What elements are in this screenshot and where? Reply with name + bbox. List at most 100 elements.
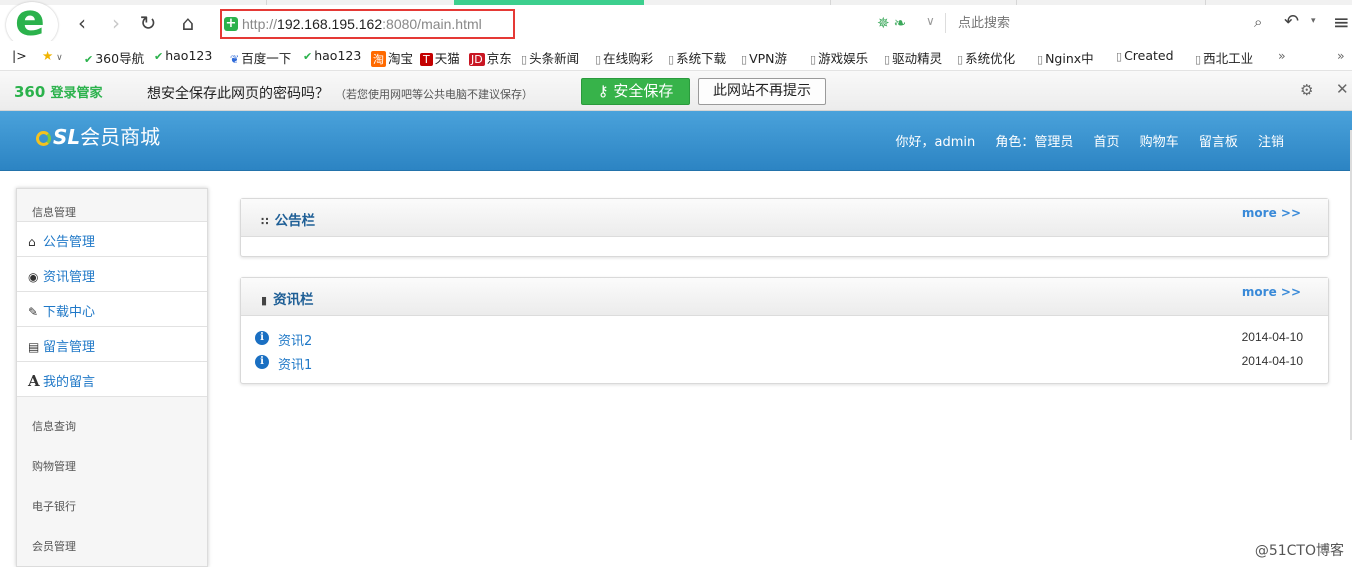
sidebar-item-notice-management[interactable]: ⌂ 公告管理: [17, 222, 207, 257]
address-extension-icons: ✵ ❧: [877, 14, 910, 32]
hao-icon: ✔: [154, 50, 164, 63]
sidebar-item-my-messages[interactable]: A 我的留言: [17, 362, 207, 397]
site-nav: 你好，admin 角色：管理员 首页 购物车 留言板 注销: [879, 131, 1284, 150]
menu-group-e-bank[interactable]: 电子银行: [17, 477, 207, 517]
news-item-date: 2014-04-10: [1241, 354, 1303, 368]
pwbar-brand-number: 360: [14, 83, 46, 101]
sidebar-item-news-management[interactable]: ◉ 资讯管理: [17, 257, 207, 292]
bookmark-item[interactable]: T 天猫: [420, 48, 460, 67]
bookmark-item[interactable]: ▯ 系统下载: [668, 48, 726, 67]
news-item-link[interactable]: 资讯2: [278, 330, 312, 349]
news-item-link[interactable]: 资讯1: [278, 354, 312, 373]
bookmark-item[interactable]: ✔ 360导航: [84, 48, 144, 67]
bookmark-label: 360导航: [95, 51, 145, 66]
paw-icon: ❦: [230, 53, 240, 66]
undo-icon[interactable]: ↶: [1284, 11, 1299, 32]
jd-icon: JD: [469, 53, 485, 66]
bookmarks-more-icon[interactable]: »: [1337, 48, 1345, 63]
news-list: i 资讯2 2014-04-10 i 资讯1 2014-04-10: [241, 316, 1328, 376]
back-button[interactable]: ‹: [70, 12, 94, 36]
bookmark-item[interactable]: ▯ VPN游: [741, 48, 787, 67]
search-engine-dropdown-icon[interactable]: ∨: [926, 14, 935, 28]
sidebar-item-message-management[interactable]: ▤ 留言管理: [17, 327, 207, 362]
bookmark-item[interactable]: ✔ hao123: [303, 48, 361, 63]
edit-icon: ✎: [28, 305, 39, 319]
list-item: i 资讯1 2014-04-10: [255, 352, 1328, 376]
user-role: 角色：管理员: [995, 135, 1074, 150]
notice-panel-header: ∷ 公告栏 more >>: [241, 199, 1328, 237]
bookmark-item[interactable]: ✔ hao123: [154, 48, 212, 63]
logo-mark: SL: [53, 125, 81, 149]
close-icon[interactable]: ✕: [1336, 80, 1349, 98]
hao-icon: ✔: [84, 53, 94, 66]
info-icon: i: [255, 355, 269, 369]
bookmark-item[interactable]: ❦ 百度一下: [230, 48, 291, 67]
news-title-text: 资讯栏: [273, 292, 314, 308]
page-icon: ▯: [595, 53, 602, 66]
bookmarks-overflow-icon[interactable]: »: [1278, 48, 1286, 63]
gear-icon[interactable]: ⚙: [1300, 81, 1313, 99]
bookmark-label: 在线购彩: [603, 51, 654, 66]
user-greeting: 你好，admin: [895, 135, 976, 150]
bookmark-item[interactable]: 淘淘宝: [371, 48, 413, 67]
site-header: SL会员商城 你好，admin 角色：管理员 首页 购物车 留言板 注销: [0, 111, 1352, 171]
nav-logout-link[interactable]: 注销: [1258, 135, 1284, 150]
nav-home-link[interactable]: 首页: [1094, 135, 1120, 150]
menu-icon[interactable]: ≡: [1333, 10, 1350, 34]
sidebar-item-label: 我的留言: [43, 375, 96, 390]
bookmarks-bar: |> ★ ∨ ✔ 360导航 ✔ hao123 ❦ 百度一下 ✔ hao123 淘淘宝 …: [0, 41, 1352, 71]
address-bar[interactable]: + http://192.168.195.162:8080/main.html: [220, 9, 515, 39]
sidebar-item-download-center[interactable]: ✎ 下载中心: [17, 292, 207, 327]
browser-logo-letter: e: [15, 0, 45, 46]
bookmark-label: hao123: [165, 48, 213, 63]
notice-more-link[interactable]: more >>: [1242, 206, 1301, 220]
bookmark-label: 驱动精灵: [892, 51, 943, 66]
bookmark-item[interactable]: ▯ 在线购彩: [595, 48, 653, 67]
nav-messages-link[interactable]: 留言板: [1199, 135, 1238, 150]
page-icon: ▯: [810, 53, 817, 66]
bookmark-item[interactable]: ▯ Nginx中: [1037, 48, 1094, 67]
bookmark-item[interactable]: ▯ 西北工业: [1195, 48, 1253, 67]
chevron-left-icon: ‹: [78, 11, 86, 35]
menu-group-shopping[interactable]: 购物管理: [17, 437, 207, 477]
site-logo[interactable]: SL会员商城: [36, 121, 160, 150]
leaf-icon[interactable]: ❧: [894, 14, 907, 32]
bookmark-item[interactable]: ▯ 游戏娱乐: [810, 48, 868, 67]
menu-group-info-management[interactable]: 信息管理: [17, 189, 207, 222]
hao-icon: ✔: [303, 50, 313, 63]
bookmark-label: 系统优化: [965, 51, 1016, 66]
sidebar-toggle-icon[interactable]: |>: [12, 48, 27, 63]
safe-save-label: 安全保存: [613, 82, 674, 100]
bookmark-item[interactable]: ▯ Created: [1116, 48, 1174, 63]
bookmark-label: 头条新闻: [529, 51, 580, 66]
bookmark-item[interactable]: ▯ 驱动精灵: [884, 48, 942, 67]
home-button[interactable]: ⌂: [176, 12, 200, 36]
pwbar-hint: （若您使用网吧等公共电脑不建议保存）: [335, 88, 533, 101]
address-url[interactable]: http://192.168.195.162:8080/main.html: [242, 16, 482, 32]
bookmark-item[interactable]: ▯ 系统优化: [957, 48, 1015, 67]
bookmark-label: 西北工业: [1203, 51, 1254, 66]
bookmark-item[interactable]: ▯ 头条新闻: [521, 48, 579, 67]
undo-dropdown-icon[interactable]: ▾: [1311, 16, 1316, 26]
reload-button[interactable]: ↻: [136, 12, 160, 36]
chevron-right-icon: ›: [112, 11, 120, 35]
key-icon: ⚷: [597, 82, 614, 100]
taobao-icon: 淘: [371, 51, 386, 67]
search-icon[interactable]: ⌕: [1254, 13, 1262, 31]
nav-cart-link[interactable]: 购物车: [1140, 135, 1179, 150]
bookmark-label: Nginx中: [1045, 51, 1094, 66]
search-input[interactable]: [950, 11, 1250, 35]
bookmark-item[interactable]: JD 京东: [469, 48, 512, 67]
pwbar-question-text: 想安全保存此网页的密码吗？: [147, 86, 329, 102]
favorites-star-icon[interactable]: ★ ∨: [42, 48, 63, 63]
speed-icon[interactable]: ✵: [877, 14, 890, 32]
menu-group-info-query[interactable]: 信息查询: [17, 397, 207, 437]
menu-group-member[interactable]: 会员管理: [17, 517, 207, 557]
news-more-link[interactable]: more >>: [1242, 285, 1301, 299]
never-remind-label: 此网站不再提示: [713, 83, 811, 99]
bookmark-label: 淘宝: [388, 51, 414, 66]
forward-button[interactable]: ›: [104, 12, 128, 36]
never-remind-button[interactable]: 此网站不再提示: [698, 78, 826, 105]
safe-save-button[interactable]: ⚷ 安全保存: [581, 78, 690, 105]
bookmark-label: 游戏娱乐: [818, 51, 869, 66]
